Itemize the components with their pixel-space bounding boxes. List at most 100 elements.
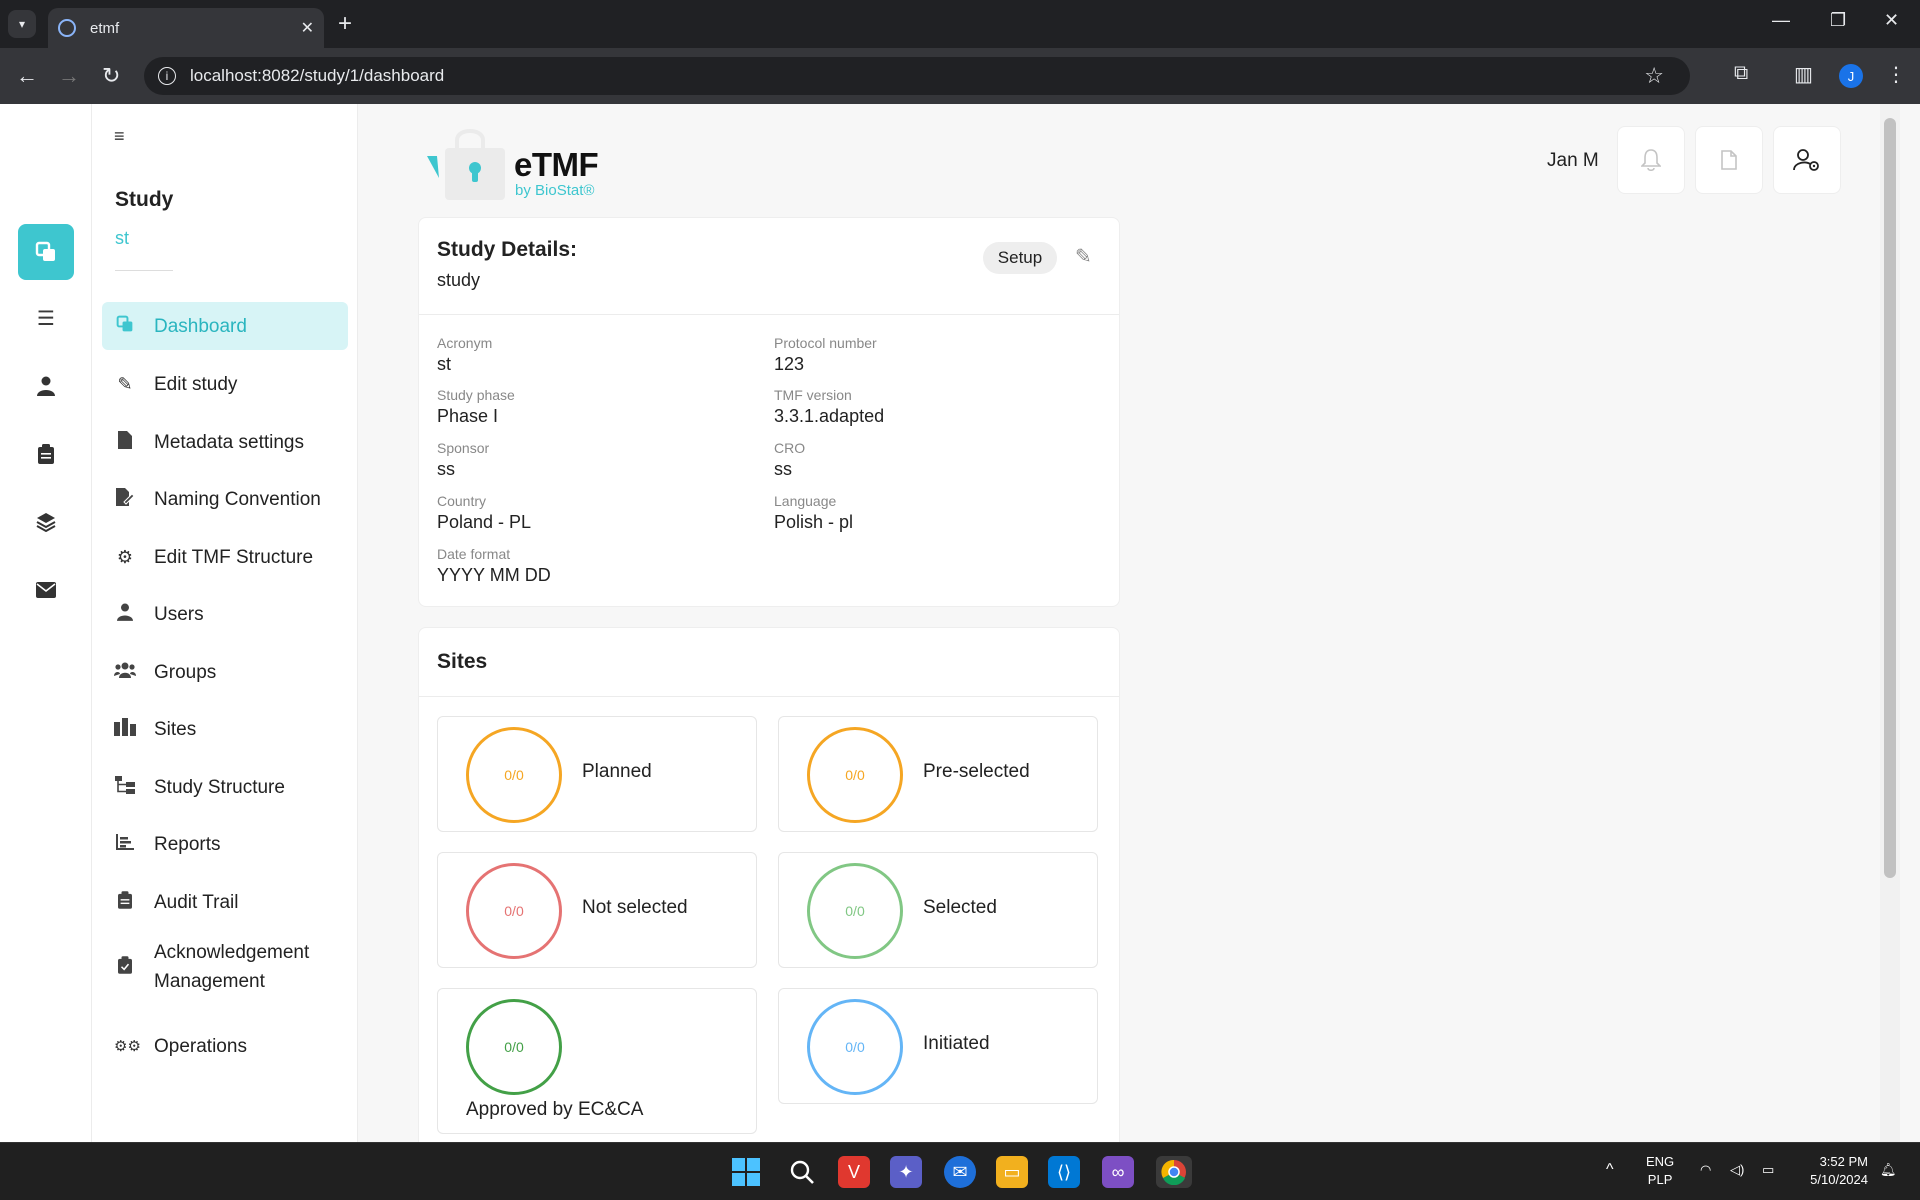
- page-scrollbar[interactable]: [1880, 104, 1900, 1142]
- user-settings-button[interactable]: [1773, 126, 1841, 194]
- visual-studio-icon[interactable]: ∞: [1102, 1156, 1134, 1188]
- sidebar-item-groups[interactable]: Groups: [102, 648, 348, 696]
- rail-list-icon[interactable]: ☰: [18, 290, 74, 346]
- setup-button[interactable]: Setup: [983, 242, 1057, 274]
- more-menu-icon[interactable]: ⋮: [1886, 62, 1906, 87]
- field-sponsor: Sponsor ss: [437, 439, 489, 481]
- back-button[interactable]: ←: [16, 62, 38, 90]
- field-value: Phase I: [437, 406, 499, 426]
- restore-window-button[interactable]: ❐: [1830, 10, 1846, 31]
- sidebar-item-dashboard[interactable]: Dashboard: [102, 302, 348, 350]
- site-status-pre-selected[interactable]: 0/0 Pre-selected: [778, 716, 1098, 832]
- windows-start-icon[interactable]: [730, 1156, 762, 1188]
- sidebar-item-users[interactable]: Users: [102, 590, 348, 638]
- reload-button[interactable]: ↻: [102, 62, 120, 90]
- field-value: ss: [774, 459, 792, 479]
- site-info-icon[interactable]: i: [158, 67, 176, 85]
- side-panel-icon[interactable]: ▥: [1794, 62, 1813, 87]
- site-status-planned[interactable]: 0/0 Planned: [437, 716, 757, 832]
- collapse-menu-icon[interactable]: ≡: [114, 126, 125, 147]
- site-status-selected[interactable]: 0/0 Selected: [778, 852, 1098, 968]
- sidebar-item-reports[interactable]: Reports: [102, 820, 348, 868]
- battery-icon[interactable]: ▭: [1762, 1161, 1774, 1179]
- study-heading: Study: [115, 188, 174, 211]
- dashboard-icon: [114, 315, 136, 338]
- vscode-icon[interactable]: ⟨⟩: [1048, 1156, 1080, 1188]
- file-explorer-icon[interactable]: ▭: [996, 1156, 1028, 1188]
- document-icon: [1721, 150, 1737, 170]
- gears-icon: ⚙⚙: [114, 1038, 141, 1055]
- study-details-card: Study Details: study Setup ✎ Acronym st …: [418, 217, 1120, 607]
- wifi-icon[interactable]: ◠: [1700, 1161, 1711, 1179]
- site-status-initiated[interactable]: 0/0 Initiated: [778, 988, 1098, 1104]
- close-tab-icon[interactable]: ✕: [301, 18, 314, 38]
- card-divider: [419, 314, 1119, 315]
- bell-icon: [1641, 149, 1661, 171]
- browser-tab[interactable]: etmf ✕: [48, 8, 324, 48]
- search-icon[interactable]: [786, 1156, 818, 1188]
- tab-search-button[interactable]: ▾: [8, 10, 36, 38]
- rail-user-icon[interactable]: [18, 358, 74, 414]
- paint-icon[interactable]: ✦: [890, 1156, 922, 1188]
- sidebar-item-study-structure[interactable]: Study Structure: [102, 763, 348, 811]
- clock[interactable]: 3:52 PM 5/10/2024: [1798, 1153, 1868, 1189]
- vivaldi-icon[interactable]: V: [838, 1156, 870, 1188]
- tray-overflow-icon[interactable]: ^: [1606, 1161, 1614, 1179]
- sidebar-item-sites[interactable]: Sites: [102, 705, 348, 753]
- rail-dashboard-icon[interactable]: [18, 224, 74, 280]
- extensions-icon[interactable]: ⧉: [1734, 62, 1748, 85]
- field-value: ss: [437, 459, 455, 479]
- sidebar-item-edit-study[interactable]: ✎ Edit study: [102, 360, 348, 408]
- thunderbird-icon[interactable]: ✉: [944, 1156, 976, 1188]
- rail-clipboard-icon[interactable]: [18, 426, 74, 482]
- notification-bell-icon[interactable]: 🔔︎: [1880, 1161, 1897, 1179]
- gear-icon: ⚙: [116, 546, 134, 567]
- browser-tab-bar: ▾ etmf ✕ + — ❐ ✕: [0, 0, 1920, 48]
- sidebar-item-label: Edit study: [154, 373, 238, 395]
- new-tab-button[interactable]: +: [338, 10, 352, 38]
- sidebar: ≡ Study st Dashboard ✎ Edit study Metada…: [92, 104, 358, 1142]
- close-window-button[interactable]: ✕: [1884, 10, 1899, 31]
- field-value: YYYY MM DD: [437, 565, 551, 585]
- site-status-approved[interactable]: 0/0 Approved by EC&CA: [437, 988, 757, 1134]
- language-indicator[interactable]: ENG PLP: [1646, 1153, 1674, 1189]
- address-bar[interactable]: i localhost:8082/study/1/dashboard ☆: [144, 57, 1690, 95]
- volume-icon[interactable]: ◁): [1730, 1161, 1744, 1179]
- site-status-count: 0/0: [466, 727, 562, 823]
- document-edit-icon: [114, 487, 136, 511]
- field-value: 123: [774, 354, 805, 374]
- sites-title: Sites: [437, 650, 488, 673]
- rail-mail-icon[interactable]: [18, 562, 74, 618]
- sidebar-item-audit-trail[interactable]: Audit Trail: [102, 878, 348, 926]
- forward-button[interactable]: →: [58, 62, 80, 90]
- sidebar-item-metadata-settings[interactable]: Metadata settings: [102, 418, 348, 466]
- chrome-icon[interactable]: [1156, 1156, 1192, 1188]
- etmf-logo: eTMF by BioStat®: [427, 126, 617, 200]
- site-status-count: 0/0: [466, 999, 562, 1095]
- sidebar-item-naming-convention[interactable]: Naming Convention: [102, 475, 348, 523]
- sidebar-item-operations[interactable]: ⚙⚙ Operations: [102, 1022, 348, 1070]
- user-name[interactable]: Jan M: [1547, 150, 1599, 172]
- group-icon: [114, 662, 136, 683]
- sidebar-item-edit-tmf-structure[interactable]: ⚙ Edit TMF Structure: [102, 533, 348, 581]
- field-value: st: [437, 354, 452, 374]
- field-acronym: Acronym st: [437, 334, 492, 376]
- tree-icon: [114, 775, 136, 799]
- bookmark-star-icon[interactable]: ☆: [1644, 63, 1664, 89]
- minimize-window-button[interactable]: —: [1772, 10, 1790, 31]
- field-label: Date format: [437, 546, 511, 562]
- sidebar-item-acknowledgement-management[interactable]: Acknowledgement Management: [102, 934, 348, 1000]
- sidebar-item-label: Sites: [154, 718, 197, 740]
- rail-layers-icon[interactable]: [18, 494, 74, 550]
- site-status-not-selected[interactable]: 0/0 Not selected: [437, 852, 757, 968]
- scrollbar-thumb[interactable]: [1884, 118, 1896, 878]
- documents-button[interactable]: [1695, 126, 1763, 194]
- language-bottom: PLP: [1647, 1172, 1673, 1187]
- notifications-button[interactable]: [1617, 126, 1685, 194]
- field-protocol-number: Protocol number 123: [774, 334, 877, 376]
- tab-title: etmf: [90, 19, 120, 37]
- edit-study-pencil-icon[interactable]: ✎: [1075, 244, 1092, 269]
- chart-icon: [114, 833, 136, 855]
- profile-avatar[interactable]: J: [1839, 64, 1863, 88]
- clipboard-check-icon: [114, 955, 136, 979]
